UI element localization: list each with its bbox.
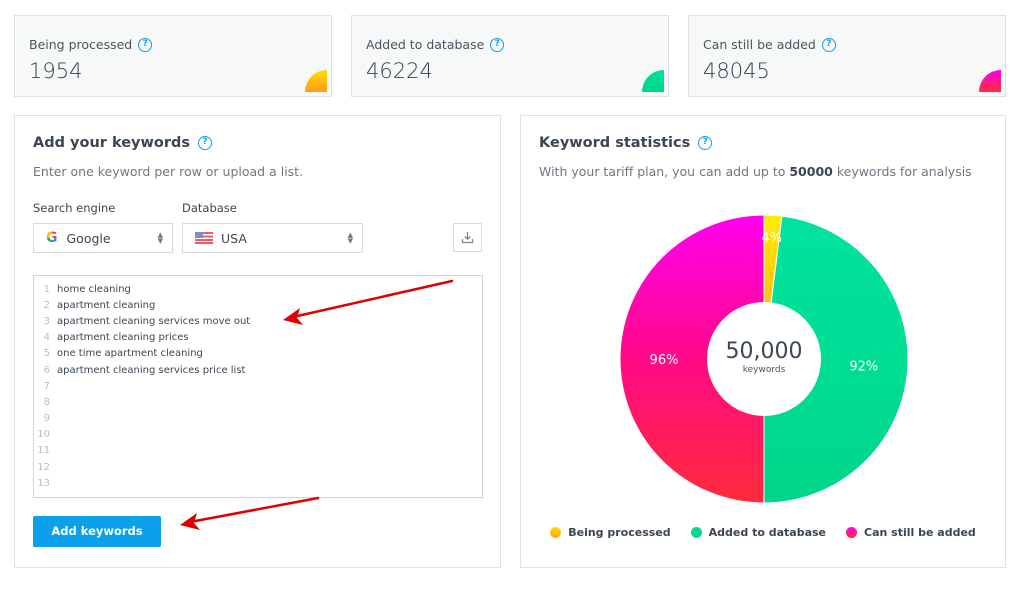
keyword-statistics-panel: Keyword statistics? With your tariff pla… — [520, 115, 1006, 568]
editor-line: 2 apartment cleaning — [34, 297, 482, 313]
stat-card-can-still-be-added: Can still be added? 48045 — [688, 15, 1006, 97]
data-label: 92% — [849, 359, 878, 374]
line-number: 8 — [43, 396, 50, 408]
database-select[interactable]: USA ▲ ▼ — [182, 223, 363, 253]
us-flag-icon — [195, 232, 213, 244]
help-icon[interactable]: ? — [198, 136, 213, 150]
stat-label: Can still be added — [703, 37, 816, 52]
legend-dot — [690, 527, 702, 538]
stat-label: Added to database — [366, 37, 485, 52]
stat-value: 48045 — [703, 59, 770, 83]
select-arrows-icon: ▲ ▼ — [347, 231, 353, 245]
editor-line: 8 — [34, 394, 482, 410]
help-icon[interactable]: ? — [698, 136, 713, 150]
quarter-circle-icon — [979, 70, 1001, 92]
data-label: 4% — [761, 231, 782, 246]
line-number: 11 — [37, 445, 50, 457]
select-arrows-icon: ▲ ▼ — [157, 231, 163, 245]
keyword-limit: 50000 — [789, 164, 833, 179]
keyword-text: apartment cleaning services price list — [57, 364, 246, 376]
database-value: USA — [221, 230, 247, 246]
search-engine-select[interactable]: G Google ▲ ▼ — [33, 223, 173, 253]
line-number: 6 — [43, 364, 50, 376]
editor-line: 1 home cleaning — [34, 281, 482, 297]
help-icon[interactable]: ? — [821, 37, 836, 52]
legend-item-can-still-be-added: Can still be added — [846, 526, 976, 539]
editor-line: 6 apartment cleaning services price list — [34, 362, 482, 378]
search-engine-value: Google — [66, 230, 111, 246]
donut-chart: 50,000 keywords 4% 92% 96% — [619, 214, 909, 504]
center-label: keywords — [743, 365, 786, 375]
editor-line: 12 — [34, 459, 482, 475]
line-number: 5 — [43, 348, 50, 360]
stat-card-being-processed: Being processed? 1954 — [14, 15, 332, 97]
add-keywords-button[interactable]: Add keywords — [33, 516, 161, 547]
keyword-text: apartment cleaning services move out — [57, 315, 251, 327]
line-number: 9 — [43, 413, 50, 425]
keyword-text: one time apartment cleaning — [57, 348, 203, 360]
editor-line: 9 — [34, 411, 482, 427]
quarter-circle-icon — [305, 70, 327, 92]
stat-label: Being processed — [29, 37, 133, 52]
line-number: 3 — [43, 315, 50, 327]
panel-title: Keyword statistics — [539, 135, 691, 151]
keyword-text: apartment cleaning — [57, 299, 156, 311]
center-value: 50,000 — [726, 339, 803, 364]
legend-item-added-to-database: Added to database — [690, 526, 826, 539]
keyword-text: apartment cleaning prices — [57, 332, 189, 344]
editor-line: 7 — [34, 378, 482, 394]
panel-subtitle: Enter one keyword per row or upload a li… — [33, 164, 304, 179]
line-number: 7 — [43, 380, 50, 392]
quarter-circle-icon — [642, 70, 664, 92]
panel-subtitle: With your tariff plan, you can add up to… — [539, 164, 972, 179]
help-icon[interactable]: ? — [138, 37, 153, 52]
database-label: Database — [182, 201, 237, 215]
editor-line: 4 apartment cleaning prices — [34, 330, 482, 346]
editor-line: 11 — [34, 443, 482, 459]
donut-chart-svg: 50,000 keywords 4% 92% 96% — [619, 214, 909, 504]
line-number: 1 — [43, 283, 50, 295]
stat-value: 1954 — [29, 59, 83, 83]
keywords-textarea[interactable]: 1 home cleaning 2 apartment cleaning 3 apartm… — [33, 275, 483, 498]
upload-list-button[interactable] — [453, 223, 482, 252]
editor-line: 5 one time apartment cleaning — [34, 346, 482, 362]
stat-card-added-to-database: Added to database? 46224 — [351, 15, 669, 97]
stat-value: 46224 — [366, 59, 433, 83]
line-number: 10 — [37, 429, 50, 441]
line-number: 13 — [37, 477, 50, 489]
google-icon: G — [46, 230, 58, 246]
chart-legend: Being processed Added to database Can st… — [521, 526, 1005, 539]
editor-line: 10 — [34, 427, 482, 443]
panel-title: Add your keywords — [33, 135, 191, 151]
download-tray-icon — [461, 232, 474, 244]
line-number: 12 — [37, 461, 50, 473]
legend-dot — [550, 527, 562, 538]
add-keywords-panel: Add your keywords? Enter one keyword per… — [14, 115, 501, 568]
help-icon[interactable]: ? — [490, 37, 505, 52]
data-label: 96% — [650, 353, 679, 368]
legend-item-being-processed: Being processed — [550, 526, 671, 539]
line-number: 2 — [43, 299, 50, 311]
editor-line: 13 — [34, 475, 482, 491]
legend-dot — [846, 527, 857, 538]
editor-line: 3 apartment cleaning services move out — [34, 313, 482, 329]
keyword-text: home cleaning — [57, 283, 131, 295]
line-number: 4 — [43, 332, 50, 344]
search-engine-label: Search engine — [33, 201, 116, 215]
